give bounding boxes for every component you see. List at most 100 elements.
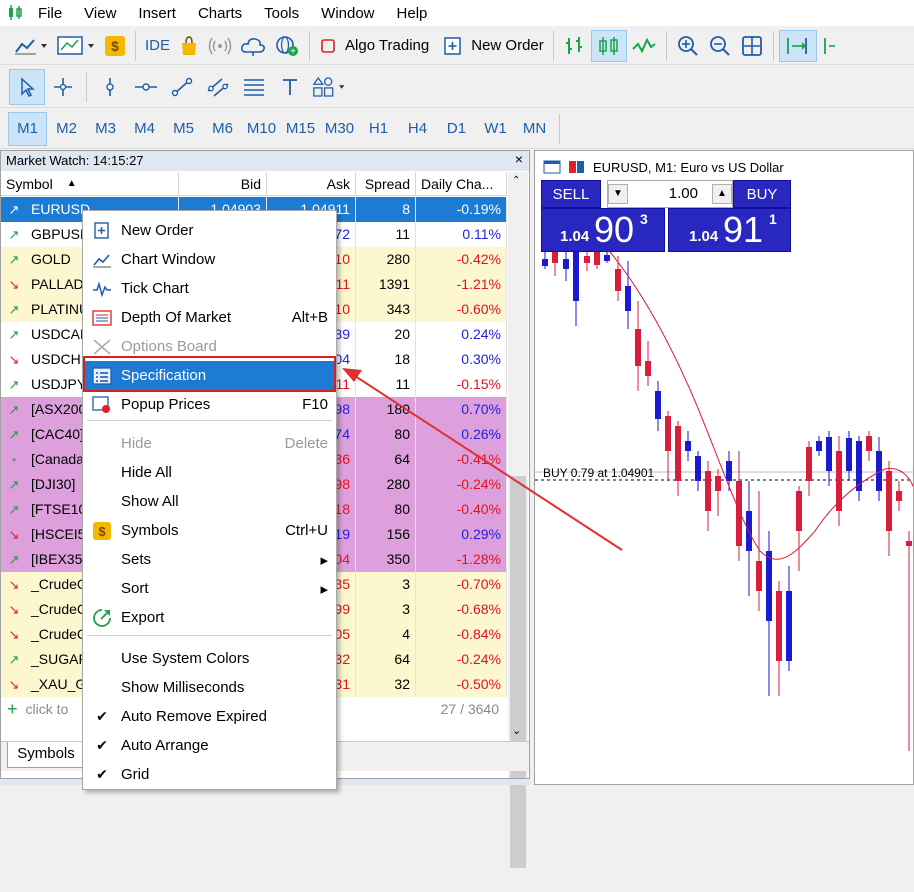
- daily-change-cell: -0.84%: [416, 622, 507, 647]
- scroll-up-icon[interactable]: ⌃: [512, 175, 520, 186]
- new-chart-button[interactable]: [8, 30, 52, 62]
- timeframe-mn[interactable]: MN: [515, 112, 554, 146]
- line-chart-button[interactable]: [627, 30, 661, 62]
- candlestick-button[interactable]: [590, 29, 627, 62]
- menu-window[interactable]: Window: [313, 5, 388, 22]
- cursor-button[interactable]: [9, 68, 45, 105]
- menu-item-tick-chart[interactable]: Tick Chart: [83, 274, 336, 303]
- arrow-up-icon: ↗: [8, 252, 20, 267]
- algo-trading-button[interactable]: Algo Trading: [315, 30, 433, 62]
- menu-item-show-milliseconds[interactable]: Show Milliseconds: [83, 673, 336, 702]
- timeframe-h1[interactable]: H1: [359, 112, 398, 146]
- menu-item-popup-prices[interactable]: Popup Prices F10: [83, 390, 336, 419]
- chart-window[interactable]: EURUSD, M1: Euro vs US Dollar BUY 0.79 a…: [534, 150, 914, 785]
- arrow-up-icon: ↗: [8, 202, 20, 217]
- menu-item-auto-arrange[interactable]: ✔ Auto Arrange: [83, 731, 336, 760]
- drawing-toolbar: [0, 66, 914, 108]
- column-ask[interactable]: Ask: [267, 172, 356, 196]
- scrollbar-thumb[interactable]: [510, 476, 526, 868]
- menu-view[interactable]: View: [76, 5, 130, 22]
- bar-chart-icon: [565, 36, 582, 54]
- bar-chart-button[interactable]: [559, 30, 591, 62]
- horizontal-line-button[interactable]: [128, 71, 164, 103]
- arrow-up-icon: ↗: [8, 652, 20, 667]
- timeframe-m10[interactable]: M10: [242, 112, 281, 146]
- fibonacci-button[interactable]: [236, 71, 272, 103]
- buy-button[interactable]: BUY: [733, 180, 791, 208]
- add-symbol-input[interactable]: click to: [26, 701, 69, 717]
- column-daily-change[interactable]: Daily Cha...: [416, 172, 507, 196]
- timeframe-m4[interactable]: M4: [125, 112, 164, 146]
- community-button[interactable]: +: [270, 30, 304, 62]
- signals-button[interactable]: [204, 30, 236, 62]
- menu-item-sets[interactable]: Sets ▸: [83, 545, 336, 574]
- menu-item-show-all[interactable]: Show All: [83, 487, 336, 516]
- buy-price-display[interactable]: 1.04 91 1: [668, 208, 791, 252]
- menu-item-depth-of-market[interactable]: Depth Of Market Alt+B: [83, 303, 336, 332]
- menu-help[interactable]: Help: [389, 5, 442, 22]
- timeframe-h4[interactable]: H4: [398, 112, 437, 146]
- close-icon[interactable]: ×: [515, 151, 523, 167]
- new-order-button[interactable]: New Order: [439, 30, 548, 62]
- menu-item-auto-remove-expired[interactable]: ✔ Auto Remove Expired: [83, 702, 336, 731]
- vps-button[interactable]: [236, 30, 270, 62]
- column-symbol[interactable]: Symbol ▲: [1, 172, 179, 196]
- autoscroll-button[interactable]: [817, 30, 839, 62]
- column-spread[interactable]: Spread: [356, 172, 416, 196]
- column-bid[interactable]: Bid: [179, 172, 267, 196]
- menu-item-symbols[interactable]: $ Symbols Ctrl+U: [83, 516, 336, 545]
- menu-separator: [87, 420, 332, 421]
- menu-file[interactable]: File: [30, 5, 76, 22]
- trendline-button[interactable]: [164, 71, 200, 103]
- spread-cell: 3: [356, 572, 416, 597]
- tile-windows-button[interactable]: [736, 30, 768, 62]
- market-button[interactable]: [174, 30, 204, 62]
- arrow-up-icon: ↗: [8, 327, 20, 342]
- menu-tools[interactable]: Tools: [256, 5, 313, 22]
- profiles-button[interactable]: [52, 30, 100, 62]
- symbol-name: PALLAD: [31, 276, 84, 292]
- lot-increase-icon[interactable]: ▲: [712, 184, 732, 204]
- lot-size-input[interactable]: ▼ 1.00 ▲: [607, 180, 733, 208]
- arrow-up-icon: ↗: [8, 502, 20, 517]
- menu-insert[interactable]: Insert: [130, 5, 190, 22]
- zoom-in-button[interactable]: [672, 30, 704, 62]
- timeframe-m6[interactable]: M6: [203, 112, 242, 146]
- menu-item-export[interactable]: Export: [83, 603, 336, 632]
- vertical-line-button[interactable]: [92, 71, 128, 103]
- timeframe-m30[interactable]: M30: [320, 112, 359, 146]
- menu-item-sort[interactable]: Sort ▸: [83, 574, 336, 603]
- timeframe-m3[interactable]: M3: [86, 112, 125, 146]
- candlestick-icon: [599, 36, 618, 55]
- timeframe-m15[interactable]: M15: [281, 112, 320, 146]
- timeframe-m1[interactable]: M1: [8, 111, 47, 146]
- timeframe-m2[interactable]: M2: [47, 112, 86, 146]
- menu-charts[interactable]: Charts: [190, 5, 256, 22]
- text-button[interactable]: [272, 71, 308, 103]
- position-label: BUY 0.79 at 1.04901: [543, 466, 655, 480]
- buy-price-fraction: 1: [769, 211, 777, 227]
- menu-item-label: Use System Colors: [121, 650, 250, 667]
- zoom-out-button[interactable]: [704, 30, 736, 62]
- menu-item-hide[interactable]: Hide Delete: [83, 429, 336, 458]
- shapes-button[interactable]: [308, 71, 352, 103]
- sell-button[interactable]: SELL: [541, 180, 601, 208]
- ide-button[interactable]: IDE: [141, 30, 174, 62]
- menu-item-use-system-colors[interactable]: Use System Colors: [83, 644, 336, 673]
- channel-button[interactable]: [200, 71, 236, 103]
- timeframe-m5[interactable]: M5: [164, 112, 203, 146]
- menu-item-new-order[interactable]: New Order: [83, 216, 336, 245]
- menu-item-chart-window[interactable]: Chart Window: [83, 245, 336, 274]
- lot-decrease-icon[interactable]: ▼: [608, 184, 628, 204]
- menu-item-hide-all[interactable]: Hide All: [83, 458, 336, 487]
- sell-price-display[interactable]: 1.04 90 3: [541, 208, 665, 252]
- timeframe-d1[interactable]: D1: [437, 112, 476, 146]
- add-symbol-icon[interactable]: +: [7, 699, 18, 720]
- crosshair-button[interactable]: [45, 71, 81, 103]
- tab-symbols[interactable]: Symbols: [7, 742, 85, 768]
- timeframe-w1[interactable]: W1: [476, 112, 515, 146]
- payments-button[interactable]: $: [100, 30, 130, 62]
- scroll-down-icon[interactable]: ⌄: [512, 724, 521, 737]
- check-icon: ✔: [96, 737, 108, 753]
- chart-shift-button[interactable]: [778, 29, 817, 62]
